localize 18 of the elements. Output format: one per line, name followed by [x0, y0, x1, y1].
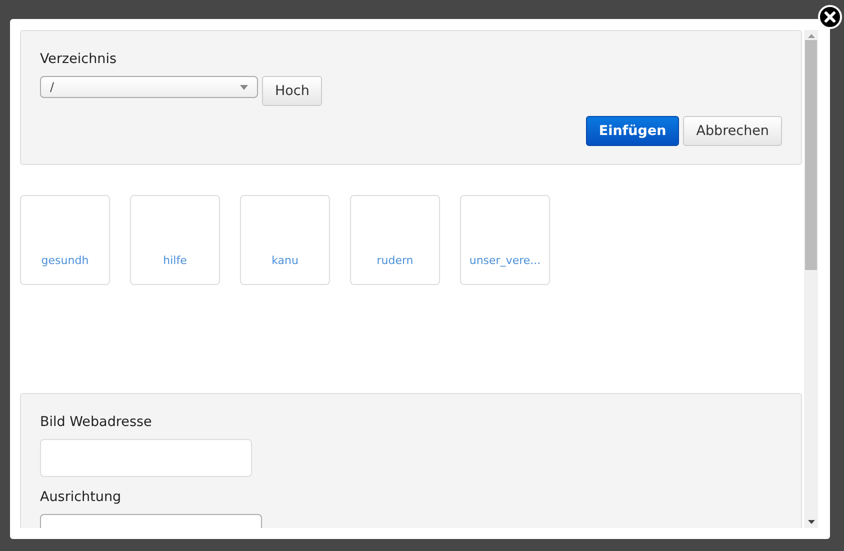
cancel-button[interactable]: Abbrechen: [683, 116, 782, 146]
directory-label: Verzeichnis: [40, 51, 118, 67]
url-field[interactable]: [40, 439, 252, 477]
directory-select[interactable]: /: [40, 76, 258, 98]
url-label: Bild Webadresse: [40, 414, 153, 430]
folder-tile[interactable]: kanu: [240, 195, 330, 285]
folder-tile[interactable]: rudern: [350, 195, 440, 285]
scroll-down-icon[interactable]: [808, 520, 814, 524]
folder-tile[interactable]: unser_vere...: [460, 195, 550, 285]
folder-tile[interactable]: gesundh: [20, 195, 110, 285]
close-icon[interactable]: [818, 5, 842, 29]
scroll-up-icon[interactable]: [808, 34, 814, 38]
scroll-thumb[interactable]: [805, 40, 817, 270]
caret-icon: [240, 84, 248, 90]
insert-button[interactable]: Einfügen: [586, 116, 680, 146]
folder-tile[interactable]: hilfe: [130, 195, 220, 285]
up-button[interactable]: Hoch: [262, 76, 322, 106]
align-label: Ausrichtung: [40, 489, 122, 505]
